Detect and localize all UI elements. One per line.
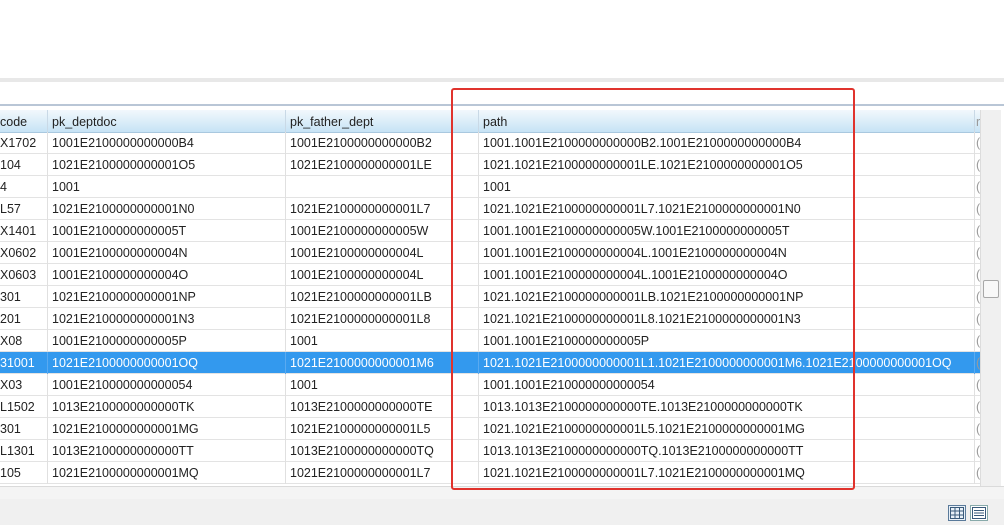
cell-code[interactable]: 105 (0, 462, 48, 484)
cell-path[interactable]: 1021.1021E2100000000001L7.1021E210000000… (479, 198, 975, 220)
table-row[interactable]: L1301 1013E2100000000000TT 1013E2100000000… (0, 440, 980, 462)
cell-pk-father-dept[interactable] (286, 176, 479, 198)
cell-code[interactable]: 4 (0, 176, 48, 198)
top-panel (0, 0, 1004, 78)
cell-code[interactable]: 301 (0, 418, 48, 440)
table-row[interactable]: L1502 1013E2100000000000TK 1013E2100000000… (0, 396, 980, 418)
cell-pk-father-dept[interactable]: 1001E2100000000000B2 (286, 132, 479, 154)
cell-pk-father-dept[interactable]: 1001 (286, 374, 479, 396)
cell-pk-deptdoc[interactable]: 1021E2100000000001MQ (48, 462, 286, 484)
cell-path[interactable]: 1013.1013E2100000000000TQ.1013E210000000… (479, 440, 975, 462)
cell-pk-deptdoc[interactable]: 1001E210000000000054 (48, 374, 286, 396)
cell-pk-deptdoc[interactable]: 1001E2100000000005P (48, 330, 286, 352)
toolbar-strip (0, 82, 1004, 104)
cell-pk-deptdoc[interactable]: 1001E2100000000000B4 (48, 132, 286, 154)
table-row[interactable]: 301 1021E2100000000001NP 1021E210000000000… (0, 286, 980, 308)
cell-code[interactable]: X1401 (0, 220, 48, 242)
table-row[interactable]: X0602 1001E2100000000004N 1001E21000000000… (0, 242, 980, 264)
cell-pk-deptdoc[interactable]: 1021E2100000000001OQ (48, 352, 286, 374)
table-row-selected[interactable]: 31001 1021E2100000000001OQ 1021E2100000000… (0, 352, 980, 374)
table-row[interactable]: L57 1021E2100000000001N0 1021E210000000000… (0, 198, 980, 220)
cell-pk-father-dept[interactable]: 1021E2100000000001L5 (286, 418, 479, 440)
toolbar-divider (0, 104, 1004, 106)
cell-path[interactable]: 1021.1021E2100000000001L8.1021E210000000… (479, 308, 975, 330)
cell-pk-deptdoc[interactable]: 1021E2100000000001N3 (48, 308, 286, 330)
cell-pk-deptdoc[interactable]: 1021E2100000000001N0 (48, 198, 286, 220)
status-bar (0, 486, 1004, 525)
cell-code[interactable]: 104 (0, 154, 48, 176)
column-header-pk-father-dept[interactable]: pk_father_dept (286, 110, 479, 132)
table-row[interactable]: 104 1021E2100000000001O5 1021E210000000000… (0, 154, 980, 176)
cell-path[interactable]: 1021.1021E2100000000001L1.1021E210000000… (479, 352, 975, 374)
cell-pk-deptdoc[interactable]: 1021E2100000000001O5 (48, 154, 286, 176)
cell-pk-father-dept[interactable]: 1001E2100000000004L (286, 242, 479, 264)
cell-code[interactable]: X0603 (0, 264, 48, 286)
cell-path[interactable]: 1001 (479, 176, 975, 198)
cell-code[interactable]: L1301 (0, 440, 48, 462)
cell-path[interactable]: 1021.1021E2100000000001LB.1021E210000000… (479, 286, 975, 308)
cell-pk-deptdoc[interactable]: 1021E2100000000001NP (48, 286, 286, 308)
cell-code[interactable]: L57 (0, 198, 48, 220)
cell-pk-father-dept[interactable]: 1001 (286, 330, 479, 352)
cell-code[interactable]: 31001 (0, 352, 48, 374)
cell-pk-father-dept[interactable]: 1001E2100000000004L (286, 264, 479, 286)
horizontal-scrollbar[interactable] (0, 487, 1004, 499)
cell-code[interactable]: X08 (0, 330, 48, 352)
table-row[interactable]: 105 1021E2100000000001MQ 1021E210000000000… (0, 462, 980, 484)
cell-code[interactable]: 201 (0, 308, 48, 330)
cell-pk-deptdoc[interactable]: 1001E2100000000004N (48, 242, 286, 264)
grid-header: code pk_deptdoc pk_father_dept path r (0, 110, 980, 133)
cell-code[interactable]: X1702 (0, 132, 48, 154)
cell-pk-deptdoc[interactable]: 1001E2100000000005T (48, 220, 286, 242)
cell-pk-deptdoc[interactable]: 1001E2100000000004O (48, 264, 286, 286)
scrollbar-thumb[interactable] (983, 280, 999, 298)
table-row[interactable]: 301 1021E2100000000001MG 1021E210000000000… (0, 418, 980, 440)
list-icon (972, 507, 986, 519)
table-row[interactable]: X03 1001E210000000000054 1001 1001.1001E210… (0, 374, 980, 396)
cell-pk-father-dept[interactable]: 1013E2100000000000TQ (286, 440, 479, 462)
cell-pk-deptdoc[interactable]: 1021E2100000000001MG (48, 418, 286, 440)
table-row[interactable]: X08 1001E2100000000005P 1001 1001.1001E2100… (0, 330, 980, 352)
cell-path[interactable]: 1021.1021E2100000000001L5.1021E210000000… (479, 418, 975, 440)
cell-pk-deptdoc[interactable]: 1013E2100000000000TK (48, 396, 286, 418)
cell-path[interactable]: 1001.1001E2100000000005W.1001E2100000000… (479, 220, 975, 242)
column-header-code[interactable]: code (0, 110, 48, 132)
table-row[interactable]: X0603 1001E2100000000004O 1001E21000000000… (0, 264, 980, 286)
cell-code[interactable]: L1502 (0, 396, 48, 418)
cell-pk-father-dept[interactable]: 1021E2100000000001L7 (286, 462, 479, 484)
cell-path[interactable]: 1001.1001E210000000000054 (479, 374, 975, 396)
cell-path[interactable]: 1001.1001E2100000000000B2.1001E210000000… (479, 132, 975, 154)
cell-path[interactable]: 1021.1021E2100000000001L7.1021E210000000… (479, 462, 975, 484)
vertical-scrollbar[interactable] (980, 110, 1001, 486)
cell-path[interactable]: 1013.1013E2100000000000TE.1013E210000000… (479, 396, 975, 418)
table-row[interactable]: X1401 1001E2100000000005T 1001E21000000000… (0, 220, 980, 242)
cell-code[interactable]: 301 (0, 286, 48, 308)
cell-path[interactable]: 1001.1001E2100000000004L.1001E2100000000… (479, 264, 975, 286)
grid-view-button[interactable] (948, 505, 966, 521)
cell-pk-deptdoc[interactable]: 1001 (48, 176, 286, 198)
cell-path[interactable]: 1001.1001E2100000000005P (479, 330, 975, 352)
table-row[interactable]: X1702 1001E2100000000000B4 1001E2100000000… (0, 132, 980, 154)
data-grid: code pk_deptdoc pk_father_dept path r X1… (0, 110, 980, 486)
cell-code[interactable]: X03 (0, 374, 48, 396)
cell-pk-father-dept[interactable]: 1001E2100000000005W (286, 220, 479, 242)
cell-pk-father-dept[interactable]: 1021E2100000000001L8 (286, 308, 479, 330)
cell-path[interactable]: 1021.1021E2100000000001LE.1021E210000000… (479, 154, 975, 176)
column-header-path[interactable]: path (479, 110, 975, 132)
table-row[interactable]: 4 1001 1001( (0, 176, 980, 198)
cell-path[interactable]: 1001.1001E2100000000004L.1001E2100000000… (479, 242, 975, 264)
column-header-pk-deptdoc[interactable]: pk_deptdoc (48, 110, 286, 132)
cell-pk-father-dept[interactable]: 1021E2100000000001LB (286, 286, 479, 308)
cell-pk-father-dept[interactable]: 1021E2100000000001L7 (286, 198, 479, 220)
cell-pk-father-dept[interactable]: 1021E2100000000001M6 (286, 352, 479, 374)
table-row[interactable]: 201 1021E2100000000001N3 1021E210000000000… (0, 308, 980, 330)
cell-pk-father-dept[interactable]: 1013E2100000000000TE (286, 396, 479, 418)
list-view-button[interactable] (970, 505, 988, 521)
grid-icon (950, 507, 964, 519)
cell-pk-deptdoc[interactable]: 1013E2100000000000TT (48, 440, 286, 462)
cell-code[interactable]: X0602 (0, 242, 48, 264)
cell-pk-father-dept[interactable]: 1021E2100000000001LE (286, 154, 479, 176)
